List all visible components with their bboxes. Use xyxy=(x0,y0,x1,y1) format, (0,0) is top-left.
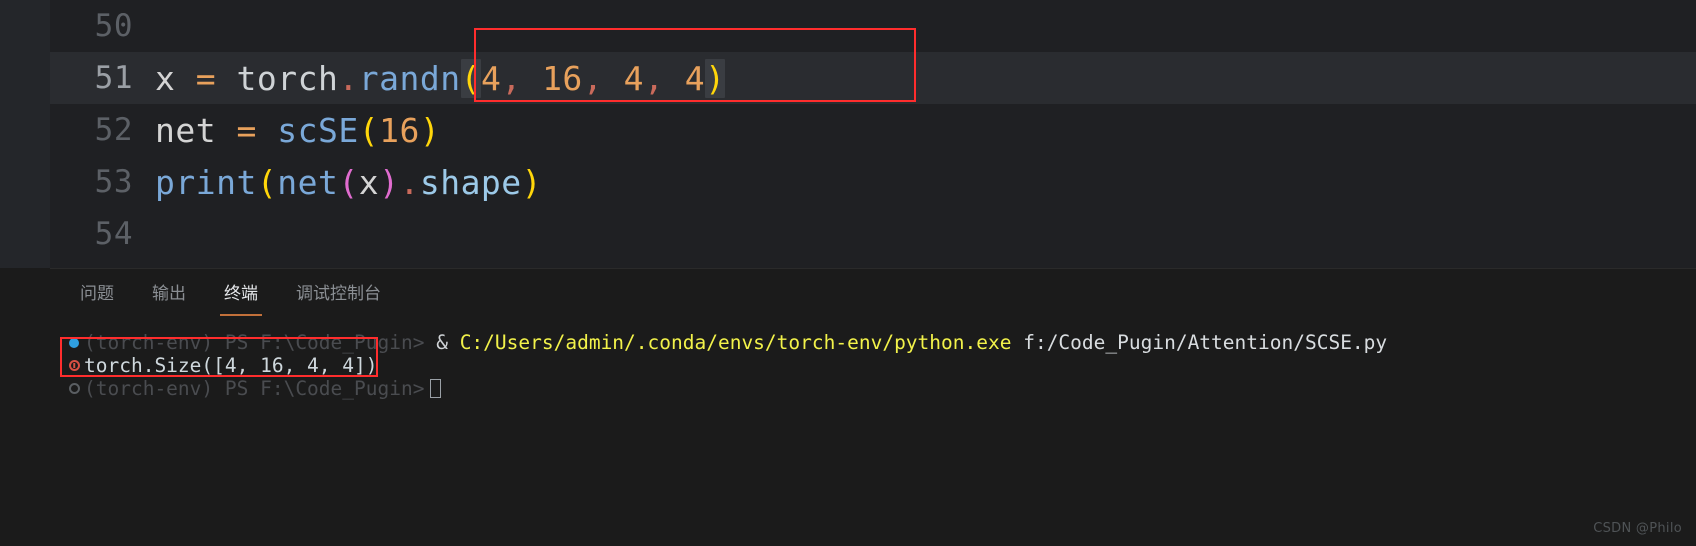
gray-ring-icon xyxy=(68,383,80,394)
code-line[interactable]: 51 x = torch.randn(4, 16, 4, 4) xyxy=(50,52,1696,104)
code-token: randn xyxy=(358,58,461,98)
code-token: = xyxy=(236,110,257,150)
code-token: ) xyxy=(705,58,726,98)
code-token: net xyxy=(277,162,339,202)
code-token: net xyxy=(155,110,217,150)
command-decoration-icon xyxy=(64,337,84,348)
code-text: print(net(x).shape) xyxy=(155,163,542,202)
code-token: print xyxy=(155,162,257,202)
code-token: scSE xyxy=(277,110,359,150)
panel-tab-bar: 问题 输出 终端 调试控制台 xyxy=(50,269,1696,316)
blue-dot-icon xyxy=(69,337,79,348)
panel-tab-0[interactable]: 问题 xyxy=(76,269,118,316)
code-line[interactable]: 53 print(net(x).shape) xyxy=(50,156,1696,208)
code-token: torch xyxy=(236,58,339,98)
code-token: 4 xyxy=(623,58,644,98)
code-token: x xyxy=(358,162,380,202)
code-token: ( xyxy=(256,162,278,202)
terminal-text: C:/Users/admin/.conda/envs/torch-env/pyt… xyxy=(459,331,1012,354)
code-token: ( xyxy=(460,58,481,98)
code-token: . xyxy=(338,58,359,98)
code-text: x = torch.randn(4, 16, 4, 4) xyxy=(155,58,726,98)
terminal-text: torch.Size([4, 16, 4, 4]) xyxy=(84,354,378,377)
code-token: = xyxy=(195,58,217,98)
code-line[interactable]: 55 xyxy=(50,260,1696,268)
terminal-line: (torch-env) PS F:\Code_Pugin> xyxy=(50,377,1696,400)
code-token: shape xyxy=(419,162,522,202)
code-token: 16 xyxy=(379,110,420,150)
code-token: ) xyxy=(521,162,543,202)
code-token: , xyxy=(643,58,665,98)
bottom-panel: 问题 输出 终端 调试控制台 (torch-env) PS F:\Code_Pugin… xyxy=(50,268,1696,546)
code-token: ( xyxy=(358,110,380,150)
terminal-line: torch.Size([4, 16, 4, 4]) xyxy=(50,354,1696,377)
code-token: . xyxy=(399,162,420,202)
code-token: ) xyxy=(379,162,400,202)
red-ring-icon xyxy=(68,360,80,371)
line-number: 53 xyxy=(94,164,133,200)
code-line[interactable]: 54 xyxy=(50,208,1696,260)
panel-tab-1[interactable]: 输出 xyxy=(148,269,190,316)
panel-left-strip xyxy=(0,268,50,546)
error-decoration-icon xyxy=(64,360,84,371)
code-token: 4 xyxy=(480,58,502,98)
line-number: 51 xyxy=(94,60,133,96)
prompt-decoration-icon xyxy=(64,383,84,394)
code-token: 4 xyxy=(684,58,706,98)
terminal-cursor[interactable] xyxy=(430,379,442,398)
code-editor[interactable]: 50 51 x = torch.randn(4, 16, 4, 4) 52 net = … xyxy=(50,0,1696,268)
code-token: ( xyxy=(338,162,359,202)
terminal-output[interactable]: (torch-env) PS F:\Code_Pugin> & C:/Users… xyxy=(50,315,1696,546)
code-token: 16 xyxy=(542,58,583,98)
terminal-text: & xyxy=(436,331,460,354)
watermark: CSDN @Philo xyxy=(1593,521,1682,536)
code-line[interactable]: 50 xyxy=(50,0,1696,52)
code-token: x xyxy=(155,58,176,98)
code-token: ) xyxy=(419,110,441,150)
panel-tab-3[interactable]: 调试控制台 xyxy=(292,269,385,316)
code-token: , xyxy=(582,58,604,98)
code-text: net = scSE(16) xyxy=(155,111,440,150)
panel-tab-2[interactable]: 终端 xyxy=(220,269,262,316)
terminal-text: (torch-env) PS F:\Code_Pugin> xyxy=(84,331,437,354)
editor-left-strip xyxy=(0,0,50,268)
code-token: , xyxy=(501,58,522,98)
line-number: 54 xyxy=(94,216,133,252)
code-line[interactable]: 52 net = scSE(16) xyxy=(50,104,1696,156)
terminal-line: (torch-env) PS F:\Code_Pugin> & C:/Users… xyxy=(50,331,1696,354)
line-number: 52 xyxy=(94,112,133,148)
line-number: 50 xyxy=(94,8,133,44)
terminal-text: f:/Code_Pugin/Attention/SCSE.py xyxy=(1011,331,1388,354)
terminal-text: (torch-env) PS F:\Code_Pugin> xyxy=(84,377,425,400)
